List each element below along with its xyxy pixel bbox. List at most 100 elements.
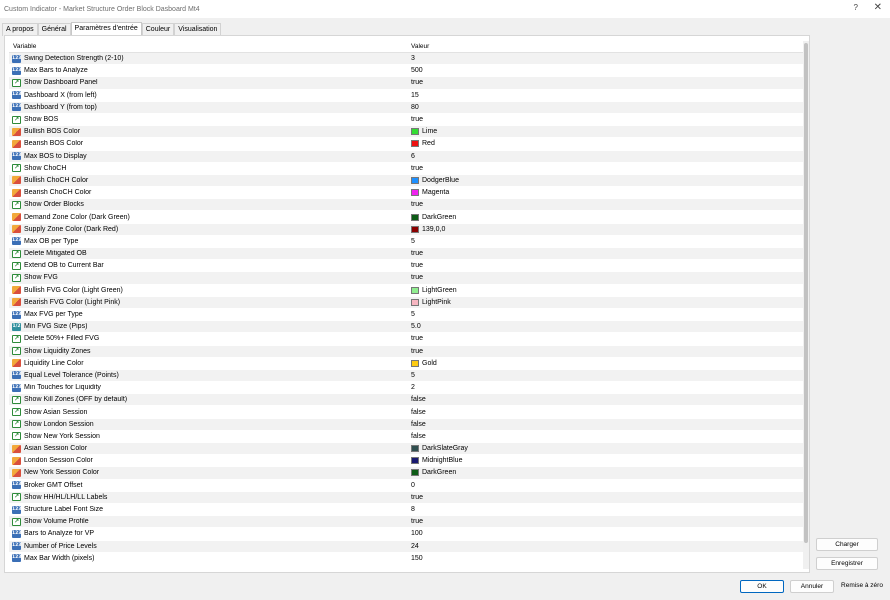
table-row[interactable]: Bearish BOS Color Red xyxy=(9,138,806,151)
table-row[interactable]: Bullish BOS Color Lime xyxy=(9,126,806,139)
table-row[interactable]: ↗ Show ChoCH true xyxy=(9,162,806,175)
value-cell[interactable]: LightPink xyxy=(407,298,806,306)
value-cell[interactable]: 3 xyxy=(407,55,806,62)
value-cell[interactable]: 139,0,0 xyxy=(407,225,806,233)
value-text[interactable]: false xyxy=(411,396,426,403)
value-text[interactable]: Red xyxy=(422,140,435,147)
value-cell[interactable]: DarkGreen xyxy=(407,469,806,477)
value-text[interactable]: true xyxy=(411,262,423,269)
value-cell[interactable]: 80 xyxy=(407,104,806,111)
table-row[interactable]: 123 Max OB per Type 5 xyxy=(9,235,806,248)
cancel-button[interactable]: Annuler xyxy=(790,580,834,593)
value-text[interactable]: false xyxy=(411,421,426,428)
value-cell[interactable]: 100 xyxy=(407,530,806,537)
color-swatch[interactable] xyxy=(411,225,419,233)
value-text[interactable]: false xyxy=(411,409,426,416)
value-text[interactable]: 24 xyxy=(411,543,419,550)
column-header-variable[interactable]: Variable xyxy=(9,41,407,52)
table-row[interactable]: ↗ Show HH/HL/LH/LL Labels true xyxy=(9,491,806,504)
save-button[interactable]: Enregistrer xyxy=(816,557,878,570)
value-text[interactable]: 2 xyxy=(411,384,415,391)
value-cell[interactable]: true xyxy=(407,165,806,172)
table-row[interactable]: ↗ Show London Session false xyxy=(9,418,806,431)
table-row[interactable]: Bullish ChoCH Color DodgerBlue xyxy=(9,174,806,188)
table-row[interactable]: Asian Session Color DarkSlateGray xyxy=(9,443,806,456)
value-cell[interactable]: 5 xyxy=(407,238,806,245)
value-text[interactable]: true xyxy=(411,116,423,123)
value-cell[interactable]: false xyxy=(407,409,806,416)
table-row[interactable]: ↗ Show Order Blocks true xyxy=(9,199,806,212)
value-cell[interactable]: DarkSlateGray xyxy=(407,445,806,453)
value-text[interactable]: Magenta xyxy=(422,189,449,196)
value-text[interactable]: DarkSlateGray xyxy=(422,445,468,452)
value-text[interactable]: 15 xyxy=(411,92,419,99)
value-text[interactable]: MidnightBlue xyxy=(422,457,462,464)
value-text[interactable]: true xyxy=(411,201,423,208)
color-swatch[interactable] xyxy=(411,176,419,184)
value-cell[interactable]: 15 xyxy=(407,92,806,99)
table-row[interactable]: 123 Max Bars to Analyze 500 xyxy=(9,65,806,78)
value-text[interactable]: Gold xyxy=(422,360,437,367)
value-cell[interactable]: MidnightBlue xyxy=(407,457,806,465)
table-row[interactable]: ↗ Show New York Session false xyxy=(9,430,806,443)
table-row[interactable]: Demand Zone Color (Dark Green) DarkGreen xyxy=(9,211,806,224)
vertical-scrollbar[interactable] xyxy=(803,41,809,569)
value-text[interactable]: DodgerBlue xyxy=(422,177,459,184)
value-cell[interactable]: true xyxy=(407,274,806,281)
color-swatch[interactable] xyxy=(411,469,419,477)
value-text[interactable]: 6 xyxy=(411,153,415,160)
color-swatch[interactable] xyxy=(411,128,419,136)
value-cell[interactable]: true xyxy=(407,494,806,501)
value-text[interactable]: true xyxy=(411,348,423,355)
scrollbar-thumb[interactable] xyxy=(804,43,808,543)
table-row[interactable]: New York Session Color DarkGreen xyxy=(9,467,806,480)
table-row[interactable]: ↗ Show Dashboard Panel true xyxy=(9,77,806,90)
value-text[interactable]: 150 xyxy=(411,555,423,562)
color-swatch[interactable] xyxy=(411,286,419,294)
value-text[interactable]: LightGreen xyxy=(422,287,457,294)
table-row[interactable]: ↗ Extend OB to Current Bar true xyxy=(9,260,806,273)
table-row[interactable]: 123 Min Touches for Liquidity 2 xyxy=(9,382,806,395)
value-cell[interactable]: true xyxy=(407,335,806,342)
ok-button[interactable]: OK xyxy=(740,580,784,593)
table-row[interactable]: 123 Max BOS to Display 6 xyxy=(9,150,806,163)
value-cell[interactable]: 6 xyxy=(407,153,806,160)
value-text[interactable]: DarkGreen xyxy=(422,469,456,476)
value-text[interactable]: true xyxy=(411,335,423,342)
table-row[interactable]: 123 Bars to Analyze for VP 100 xyxy=(9,528,806,541)
value-cell[interactable]: 5 xyxy=(407,311,806,318)
value-text[interactable]: false xyxy=(411,433,426,440)
value-text[interactable]: 0 xyxy=(411,482,415,489)
value-text[interactable]: 5 xyxy=(411,311,415,318)
value-text[interactable]: LightPink xyxy=(422,299,451,306)
value-text[interactable]: 5 xyxy=(411,238,415,245)
table-row[interactable]: ↗ Show Volume Profile true xyxy=(9,516,806,529)
color-swatch[interactable] xyxy=(411,445,419,453)
value-cell[interactable]: 24 xyxy=(407,543,806,550)
value-text[interactable]: true xyxy=(411,494,423,501)
table-row[interactable]: ↗ Delete 50%+ Filled FVG true xyxy=(9,333,806,346)
value-text[interactable]: true xyxy=(411,274,423,281)
value-text[interactable]: 139,0,0 xyxy=(422,226,445,233)
table-row[interactable]: 123 Max Bar Width (pixels) 150 xyxy=(9,552,806,565)
help-button[interactable]: ? xyxy=(854,3,858,12)
value-cell[interactable]: Lime xyxy=(407,128,806,136)
table-row[interactable]: ↗ Show FVG true xyxy=(9,272,806,285)
reset-button[interactable]: Remise à zéro xyxy=(838,580,886,593)
table-row[interactable]: ↗ Show Asian Session false xyxy=(9,406,806,419)
table-row[interactable]: 123 Broker GMT Offset 0 xyxy=(9,479,806,492)
table-row[interactable]: Supply Zone Color (Dark Red) 139,0,0 xyxy=(9,223,806,236)
value-cell[interactable]: true xyxy=(407,201,806,208)
value-cell[interactable]: false xyxy=(407,396,806,403)
value-cell[interactable]: Magenta xyxy=(407,189,806,197)
value-cell[interactable]: Red xyxy=(407,140,806,148)
value-cell[interactable]: false xyxy=(407,421,806,428)
table-row[interactable]: 123 Structure Label Font Size 8 xyxy=(9,503,806,517)
table-row[interactable]: London Session Color MidnightBlue xyxy=(9,455,806,468)
value-cell[interactable]: true xyxy=(407,250,806,257)
table-row[interactable]: 123 Swing Detection Strength (2-10) 3 xyxy=(9,53,806,66)
value-text[interactable]: true xyxy=(411,79,423,86)
value-text[interactable]: true xyxy=(411,518,423,525)
value-text[interactable]: true xyxy=(411,165,423,172)
table-row[interactable]: ↗ Show BOS true xyxy=(9,113,806,127)
